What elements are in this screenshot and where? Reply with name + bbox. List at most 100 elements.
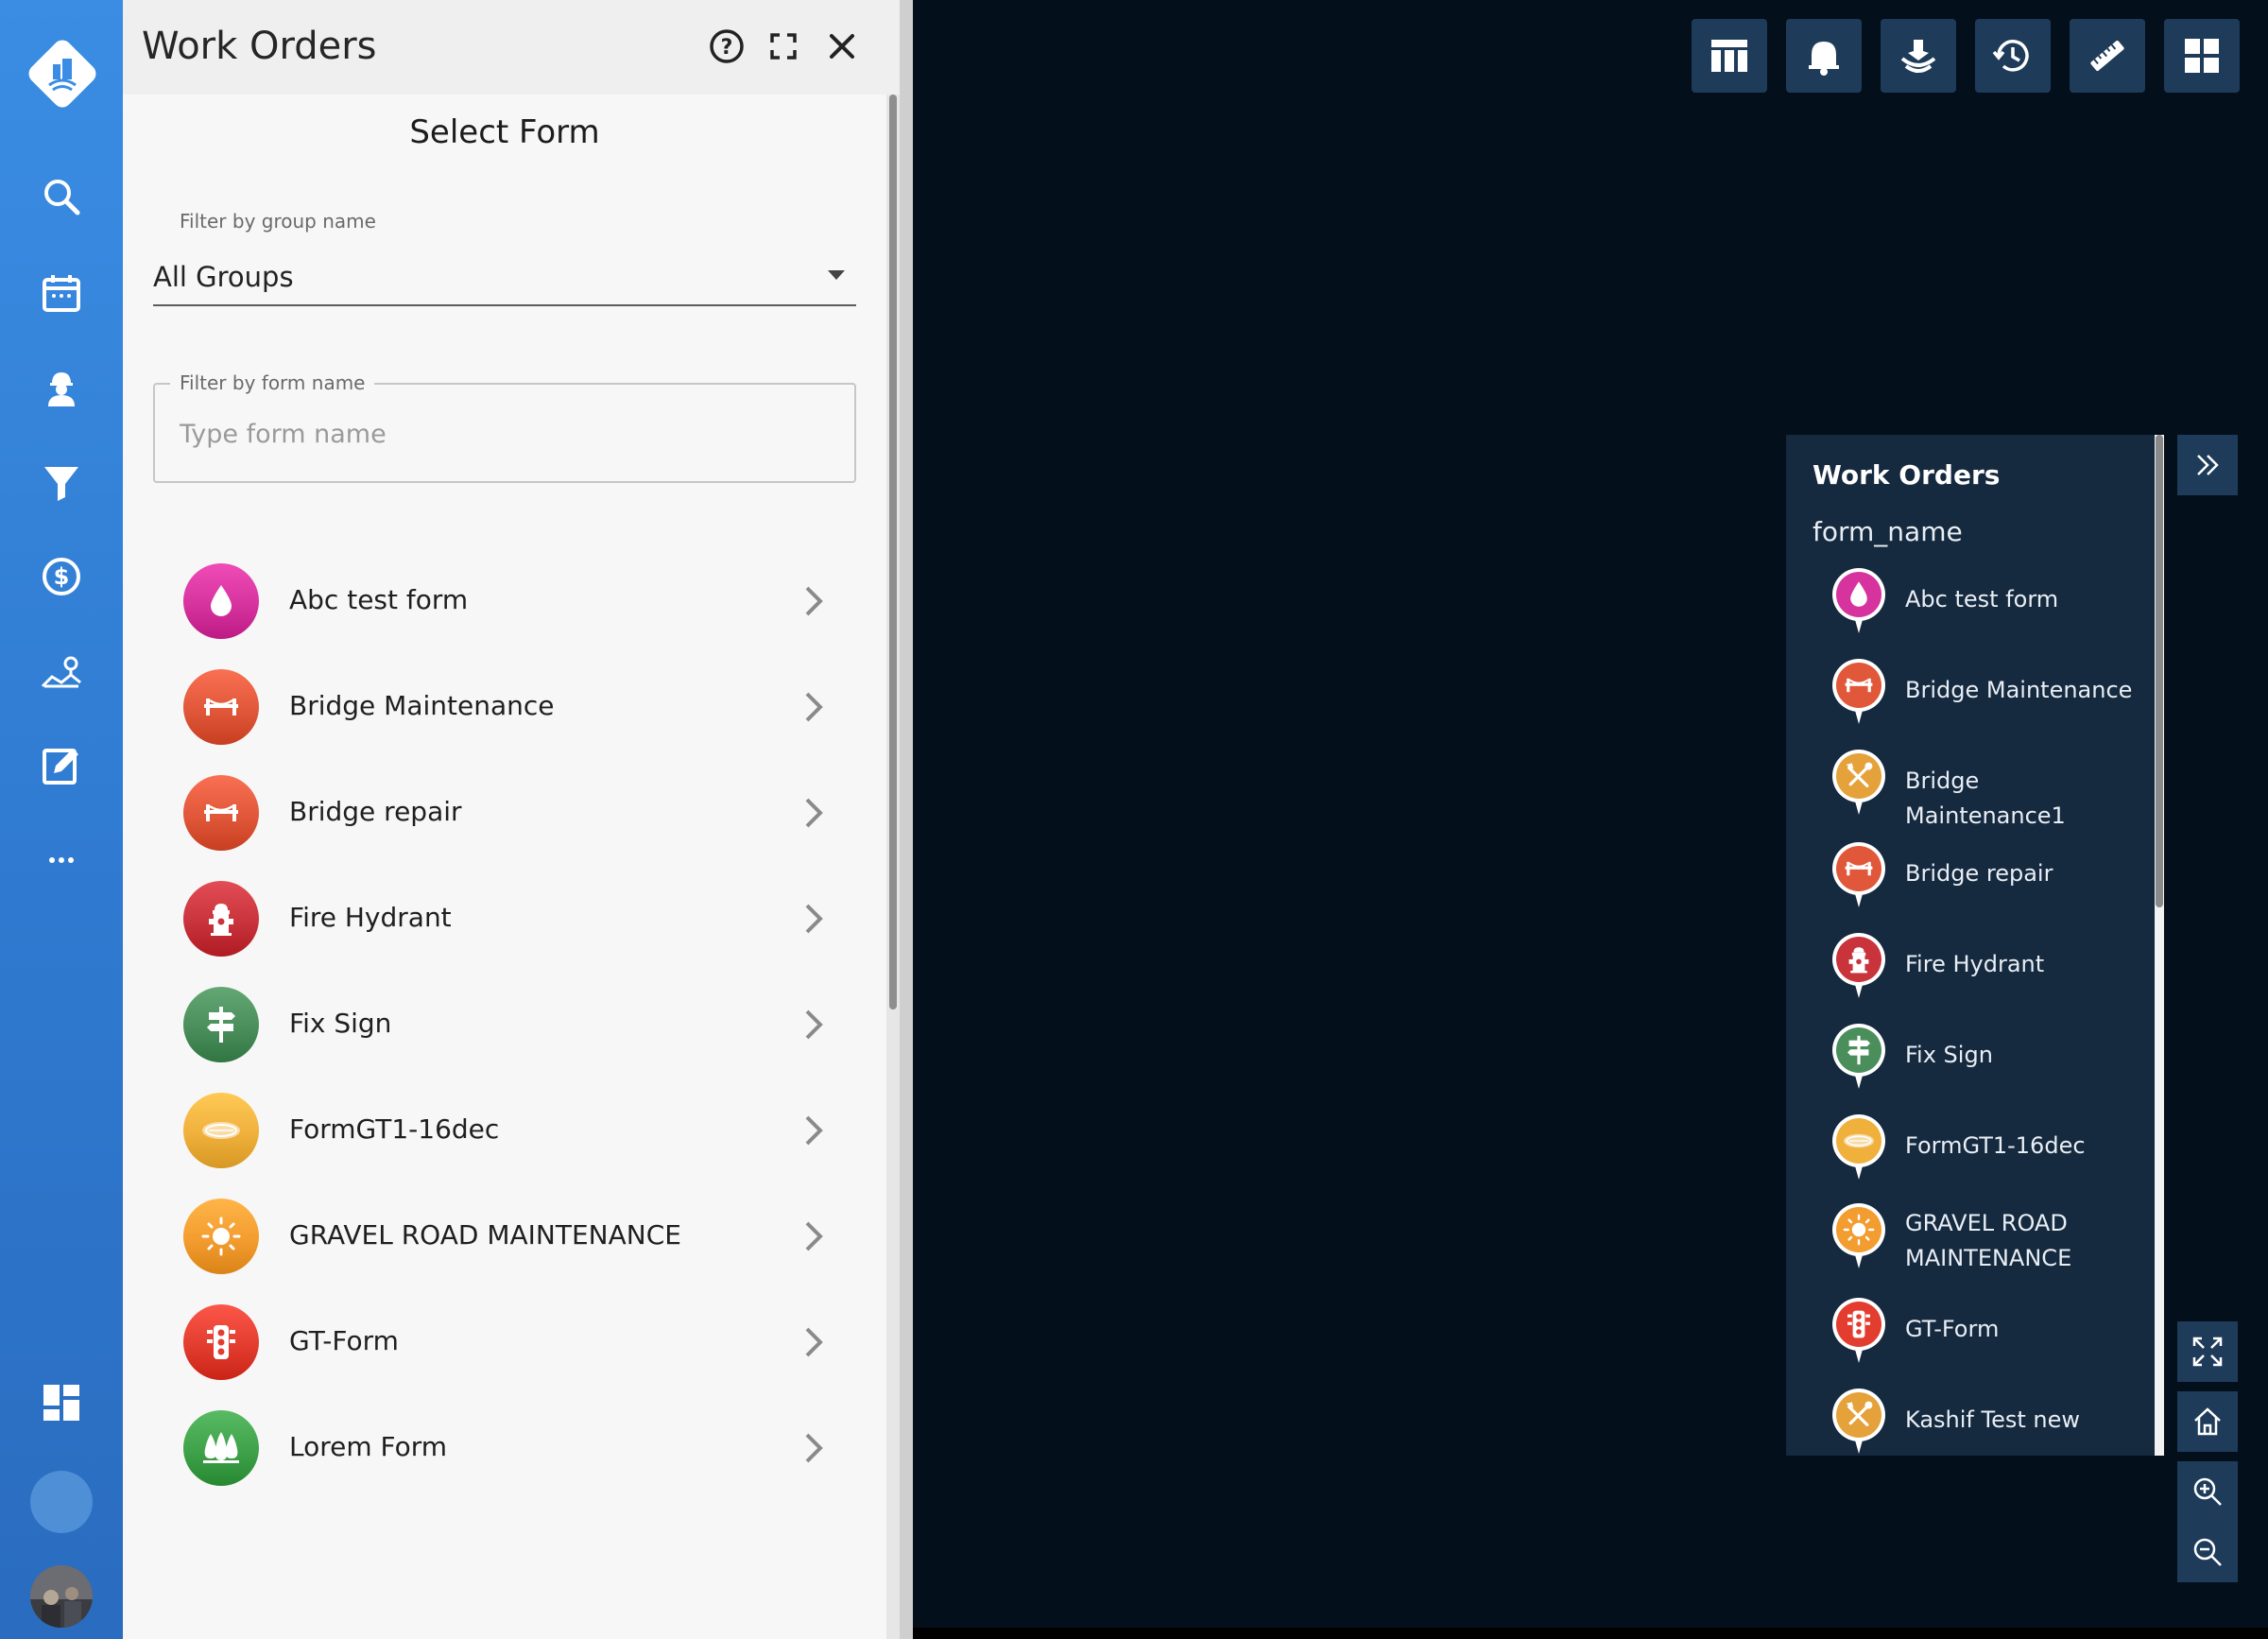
fullscreen-icon: [2192, 1337, 2223, 1367]
panel-scrollbar[interactable]: [886, 95, 900, 1639]
edit-icon: [43, 749, 78, 785]
double-chevron-right-icon: [2197, 455, 2219, 475]
sun-icon: [1831, 1202, 1886, 1270]
work-orders-panel: Work Orders ? Select Form Filter by grou…: [123, 0, 900, 1639]
nav-calendar-button[interactable]: [0, 255, 123, 331]
bridge-icon: [183, 775, 259, 851]
filter-icon: [44, 467, 78, 501]
nav-search-button[interactable]: [0, 159, 123, 234]
nav-edit-button[interactable]: [0, 728, 123, 803]
history-button[interactable]: [1975, 19, 2051, 93]
form-list-item[interactable]: Bridge repair: [123, 760, 886, 866]
panel-scrollbar-thumb[interactable]: [889, 95, 897, 1009]
nav-map-button[interactable]: [0, 633, 123, 709]
basemap-gallery-button[interactable]: [2164, 19, 2240, 93]
form-list-item[interactable]: Fire Hydrant: [123, 866, 886, 972]
form-list-item[interactable]: Lorem Form: [123, 1395, 886, 1501]
group-filter-select[interactable]: All Groups: [153, 248, 856, 306]
app-logo[interactable]: [25, 36, 100, 112]
form-list-item[interactable]: FormGT1-16dec: [123, 1078, 886, 1183]
help-button[interactable]: ?: [705, 25, 748, 68]
form-list-item[interactable]: GT-Form: [123, 1289, 886, 1395]
chevron-right-icon: [794, 1323, 832, 1361]
bridge-icon: [183, 669, 259, 745]
chevron-right-icon: [794, 582, 832, 620]
legend-item-label: Abc test form: [1905, 586, 2059, 612]
zoom-out-icon: [2193, 1538, 2222, 1566]
form-list-item-label: FormGT1-16dec: [289, 1113, 500, 1145]
legend-item-label: GRAVEL ROAD MAINTENANCE: [1905, 1210, 2072, 1271]
legend-item-label: FormGT1-16dec: [1905, 1132, 2086, 1159]
signpost-icon: [183, 987, 259, 1062]
sun-icon: [183, 1199, 259, 1274]
drop-icon: [183, 563, 259, 639]
form-list-item-label: Abc test form: [289, 584, 469, 615]
legend-item-label: Bridge repair: [1905, 860, 2053, 887]
attribute-table-button[interactable]: [1692, 19, 1767, 93]
nav-rail: $: [0, 0, 123, 1639]
form-list-item-label: Bridge repair: [289, 796, 462, 827]
svg-text:?: ?: [721, 36, 733, 60]
history-icon: [1992, 40, 2029, 72]
form-list-item[interactable]: Bridge Maintenance: [123, 654, 886, 760]
traffic-light-icon: [183, 1304, 259, 1380]
svg-text:$: $: [54, 563, 70, 590]
chevron-right-icon: [794, 688, 832, 726]
legend-item-label: Fire Hydrant: [1905, 951, 2045, 977]
nav-cost-button[interactable]: $: [0, 539, 123, 614]
legend-scrollbar[interactable]: [2155, 435, 2164, 1456]
panel-resize-handle[interactable]: [900, 0, 913, 1639]
layers-button[interactable]: [1881, 19, 1956, 93]
group-filter-label: Filter by group name: [180, 210, 376, 233]
legend-item-label: Bridge Maintenance: [1905, 677, 2133, 703]
close-icon: [830, 34, 854, 59]
form-name-input[interactable]: [180, 413, 822, 455]
panel-title: Work Orders: [142, 25, 377, 68]
worker-icon: [48, 372, 75, 406]
fullscreen-button[interactable]: [2177, 1321, 2238, 1382]
legend-item-label: Bridge Maintenance1: [1905, 768, 2066, 829]
chevron-right-icon: [794, 900, 832, 938]
nav-dashboard-button[interactable]: [0, 1365, 123, 1441]
chevron-right-icon: [794, 794, 832, 832]
status-indicator[interactable]: [30, 1471, 93, 1533]
form-list-item-label: Fix Sign: [289, 1008, 392, 1039]
map-legend: Work Orders form_name Abc test form Bridg…: [1786, 435, 2155, 1456]
form-list-item[interactable]: Fix Sign: [123, 972, 886, 1078]
chevron-right-icon: [794, 1112, 832, 1149]
signpost-icon: [1831, 1023, 1886, 1091]
avatar[interactable]: [30, 1565, 93, 1628]
legend-scrollbar-thumb[interactable]: [2156, 435, 2163, 907]
nav-more-button[interactable]: [0, 822, 123, 898]
form-list-item-label: Lorem Form: [289, 1431, 448, 1462]
chevron-right-icon: [794, 1217, 832, 1255]
map-attribution-bar: [913, 1628, 2268, 1639]
notifications-button[interactable]: [1786, 19, 1862, 93]
zoom-in-button[interactable]: [2177, 1461, 2238, 1522]
tools-icon: [1831, 1388, 1886, 1456]
form-list-item[interactable]: Abc test form: [123, 548, 886, 654]
panel-header: Work Orders ?: [123, 0, 900, 95]
zoom-out-button[interactable]: [2177, 1522, 2238, 1582]
legend-item-label: Kashif Test new: [1905, 1406, 2080, 1433]
help-icon: ?: [710, 29, 744, 63]
legend-item-label: Fix Sign: [1905, 1042, 1993, 1068]
home-button[interactable]: [2177, 1391, 2238, 1452]
bridge-icon: [1831, 658, 1886, 726]
expand-icon: [770, 33, 797, 60]
manhole-icon: [183, 1093, 259, 1168]
close-button[interactable]: [820, 25, 864, 68]
maximize-button[interactable]: [762, 25, 805, 68]
bridge-icon: [1831, 841, 1886, 909]
trees-icon: [183, 1410, 259, 1486]
form-list-item[interactable]: GRAVEL ROAD MAINTENANCE: [123, 1183, 886, 1289]
legend-collapse-button[interactable]: [2177, 435, 2238, 495]
legend-item-label: GT-Form: [1905, 1316, 2000, 1342]
measure-button[interactable]: [2070, 19, 2145, 93]
hydrant-icon: [1831, 932, 1886, 1000]
form-list-item-label: GT-Form: [289, 1325, 399, 1356]
nav-filter-button[interactable]: [0, 444, 123, 520]
table-icon: [1711, 40, 1747, 72]
zoom-in-icon: [2193, 1477, 2222, 1506]
nav-workorders-button[interactable]: [0, 350, 123, 425]
